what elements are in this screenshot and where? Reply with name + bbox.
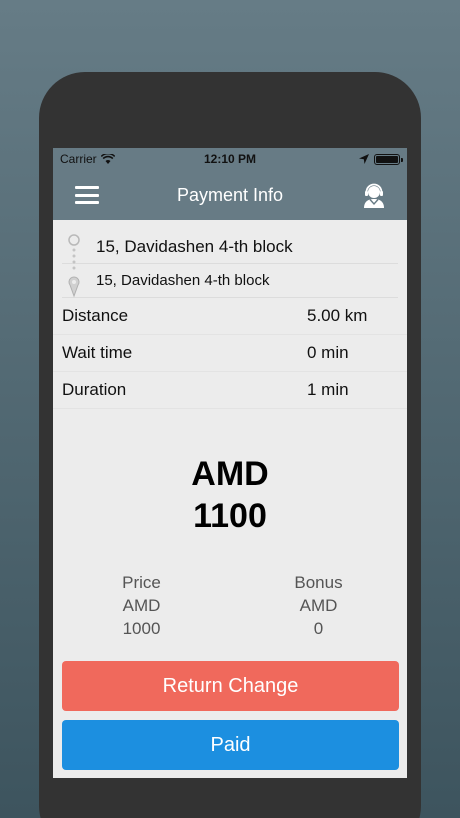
trip-info: Distance 5.00 km Wait time 0 min Duratio…	[53, 298, 407, 409]
page-title: Payment Info	[176, 184, 284, 205]
pickup-address: 15, Davidashen 4-th block	[96, 236, 293, 256]
total-value: 1100	[193, 497, 267, 535]
dropoff-pin-icon	[68, 266, 80, 297]
info-row-wait-time: Wait time 0 min	[53, 335, 407, 372]
distance-value: 5.00 km	[307, 306, 368, 325]
price-currency: AMD	[122, 596, 161, 615]
bonus-label: Bonus	[294, 573, 343, 592]
location-arrow-icon	[359, 154, 369, 164]
carrier: Carrier	[60, 152, 115, 166]
pickup-marker-icon	[68, 233, 80, 263]
paid-button[interactable]: Paid	[62, 720, 399, 770]
distance-label: Distance	[62, 306, 129, 325]
battery-icon	[374, 153, 403, 165]
wifi-icon	[100, 154, 115, 164]
wait-time-value: 0 min	[307, 343, 349, 362]
route-section: 15, Davidashen 4-th block 15, Davidashen…	[53, 220, 407, 298]
price-column: Price AMD 1000	[53, 571, 230, 640]
route-pickup: 15, Davidashen 4-th block	[62, 230, 398, 264]
carrier-label: Carrier	[60, 152, 97, 166]
bonus-value: 0	[313, 619, 324, 638]
total-currency: AMD	[191, 455, 269, 493]
info-row-duration: Duration 1 min	[53, 372, 407, 409]
bonus-currency: AMD	[299, 596, 338, 615]
price-value: 1000	[122, 619, 161, 638]
info-row-distance: Distance 5.00 km	[53, 298, 407, 335]
status-bar: Carrier 12:10 PM	[53, 148, 407, 170]
wait-time-label: Wait time	[62, 343, 133, 362]
status-right	[359, 153, 403, 165]
nav-bar: Payment Info	[53, 170, 407, 220]
total-amount: AMD 1100	[53, 453, 407, 537]
return-change-button[interactable]: Return Change	[62, 661, 399, 711]
route-dropoff: 15, Davidashen 4-th block	[62, 264, 398, 298]
dropoff-address: 15, Davidashen 4-th block	[96, 272, 270, 289]
support-agent-icon[interactable]	[361, 182, 387, 208]
hamburger-menu-icon[interactable]	[75, 186, 99, 204]
price-label: Price	[122, 573, 161, 592]
bonus-column: Bonus AMD 0	[230, 571, 407, 640]
duration-label: Duration	[62, 380, 127, 399]
fare-breakdown: Price AMD 1000 Bonus AMD 0	[53, 571, 407, 640]
app-screen: Carrier 12:10 PM Payment Info 15, Davida…	[53, 148, 407, 778]
duration-value: 1 min	[307, 380, 349, 399]
